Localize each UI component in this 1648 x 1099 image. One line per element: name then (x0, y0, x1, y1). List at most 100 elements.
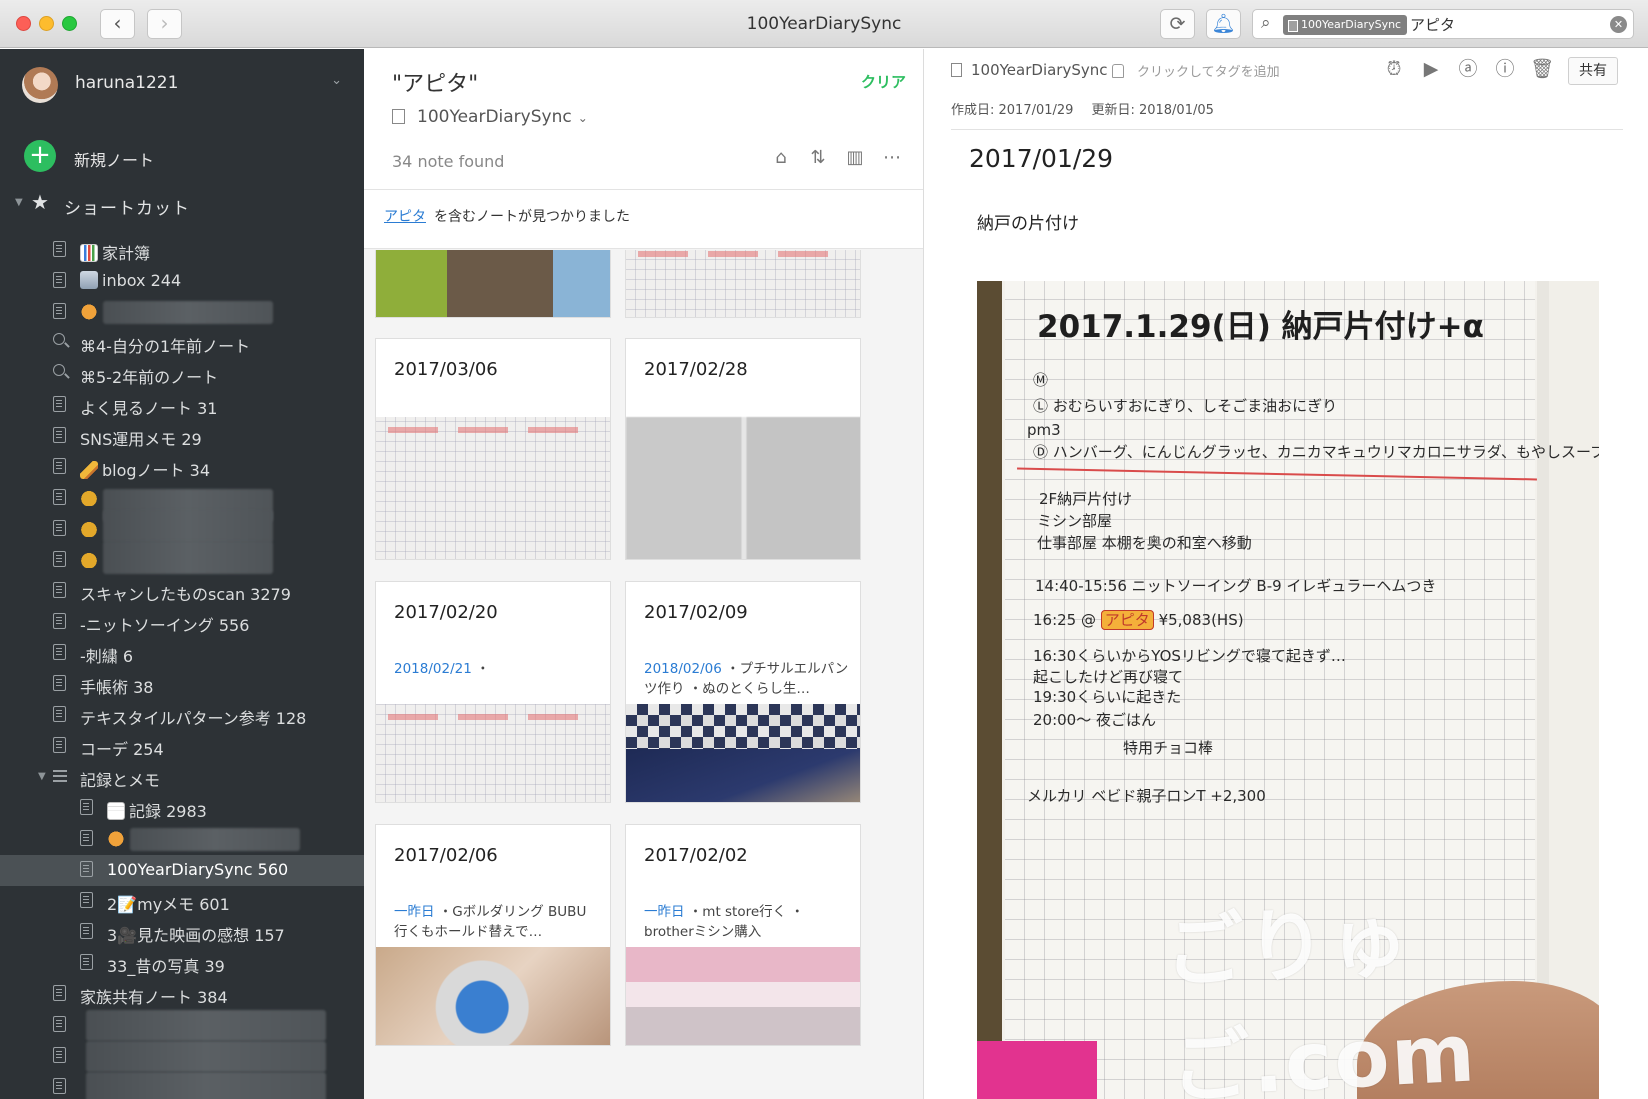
info-icon[interactable]: ⓘ (1491, 55, 1519, 83)
diary-heading: 2017.1.29(日) 納戸片付け+α (1037, 309, 1484, 345)
sidebar-item[interactable]: 2📝myメモ 601 (0, 886, 364, 917)
sidebar-item[interactable]: ▼ 記録とメモ (0, 762, 364, 793)
note-card[interactable]: 2017/02/09 2018/02/06 ・プチサルエルパンツ作り ・ぬのとくら… (625, 581, 861, 803)
notebook-icon (53, 1016, 66, 1032)
note-card[interactable] (375, 250, 611, 318)
search-scope-chip[interactable]: 100YearDiarySync (1283, 15, 1408, 35)
sidebar-item-label: 手帳術 38 (80, 674, 153, 698)
notebook-icon (392, 109, 405, 124)
note-card-title: 2017/02/06 (394, 845, 498, 866)
note-title[interactable]: 2017/01/29 (969, 144, 1113, 173)
plus-icon: + (24, 140, 56, 172)
sidebar-item-text: ⌘5-2年前のノート (80, 368, 219, 387)
reminder-alarm-icon[interactable]: ⏰︎ (1380, 55, 1408, 83)
notebook-icon (53, 737, 66, 753)
note-thumbnail (626, 947, 860, 1045)
snippet-date-link[interactable]: 2018/02/06 (644, 661, 722, 677)
sidebar-item[interactable]: -ニットソーイング 556 (0, 607, 364, 638)
note-card-snippet: 一昨日 ・Gボルダリング BUBU行くもホールド替えで… (394, 902, 599, 942)
sidebar-item-label (107, 829, 129, 848)
editor-notebook-selector[interactable]: 100YearDiarySync (951, 61, 1108, 79)
sidebar-item[interactable]: 3🎥見た映画の感想 157 (0, 917, 364, 948)
work-chat-icon[interactable]: ⓐ (1454, 55, 1482, 83)
notebook-icon (53, 520, 66, 536)
notebook-icon (53, 644, 66, 660)
view-options-icon[interactable]: ▥ (841, 147, 869, 173)
share-button[interactable]: 共有 (1568, 57, 1618, 85)
search-field[interactable]: ⌕ 100YearDiarySync アピタ ✕ (1252, 9, 1634, 39)
sidebar-item[interactable]: 家族共有ノート 384 (0, 979, 364, 1010)
sidebar-item[interactable]: -刺繍 6 (0, 638, 364, 669)
snippet-date-link[interactable]: 一昨日 (394, 904, 435, 920)
sidebar-item-label: 33_昔の写真 39 (107, 953, 225, 977)
sidebar-item[interactable]: 33_昔の写真 39 (0, 948, 364, 979)
diary-line: 仕事部屋 本棚を奥の和室へ移動 (1037, 534, 1252, 552)
notebook-icon (80, 830, 93, 846)
disclosure-triangle-icon: ▼ (15, 197, 23, 208)
note-count: 34 note found (392, 152, 505, 171)
diary-line: 16:30くらいからYOSリビングで寝て起きず… (1033, 647, 1346, 665)
tag-field[interactable]: クリックしてタグを追加 (1112, 61, 1280, 80)
sidebar-item[interactable]: コーデ 254 (0, 731, 364, 762)
sidebar-item[interactable]: SNS運用メモ 29 (0, 421, 364, 452)
note-card[interactable]: 2017/03/06 (375, 338, 611, 560)
sidebar-item[interactable]: 記録 2983 (0, 793, 364, 824)
sidebar-item[interactable]: 家計簿 (0, 235, 364, 266)
notebook-selector[interactable]: 100YearDiarySync ⌄ (392, 107, 588, 127)
note-body-text[interactable]: 納戸の片付け (977, 209, 1079, 234)
sidebar-item[interactable] (0, 541, 364, 576)
note-card[interactable]: 2017/02/20 2018/02/21 ・ (375, 581, 611, 803)
sidebar-item[interactable]: ⌘4-自分の1年前ノート (0, 328, 364, 359)
note-card[interactable]: 2017/02/02 一昨日 ・mt store行く ・ brotherミシン購入 (625, 824, 861, 1046)
inbox-icon (80, 271, 98, 289)
sidebar-item-text: 記録 2983 (129, 802, 207, 821)
trash-icon[interactable]: 🗑︎ (1528, 55, 1556, 83)
more-icon[interactable]: ⋯ (878, 147, 906, 173)
pencil-icon (80, 461, 98, 479)
sidebar-item[interactable]: ⌘5-2年前のノート (0, 359, 364, 390)
search-icon: ⌕ (1261, 13, 1271, 33)
note-card[interactable]: 2017/02/28 (625, 338, 861, 560)
notebook-icon (80, 923, 93, 939)
notebook-icon (53, 489, 66, 505)
sidebar-item-text: 33_昔の写真 39 (107, 957, 225, 976)
snippet-date-link[interactable]: 一昨日 (644, 904, 685, 920)
sync-button[interactable]: ⟳ (1160, 9, 1195, 39)
sort-icon[interactable]: ⇅ (804, 147, 832, 173)
presentation-icon[interactable]: ▶ (1417, 55, 1445, 83)
sidebar-item[interactable]: 手帳術 38 (0, 669, 364, 700)
sidebar-item[interactable] (0, 297, 364, 328)
sidebar-item[interactable] (0, 1010, 364, 1041)
sidebar-item[interactable]: スキャンしたものscan 3279 (0, 576, 364, 607)
note-card[interactable]: 2017/02/06 一昨日 ・Gボルダリング BUBU行くもホールド替えで… (375, 824, 611, 1046)
tag-filter-icon[interactable]: ⌂ (767, 147, 795, 173)
sidebar-item[interactable]: blogノート 34 (0, 452, 364, 483)
diary-photo[interactable]: 2017.1.29(日) 納戸片付け+α Ⓜ Ⓛ おむらいすおにぎり、しそごま油… (977, 281, 1599, 1099)
sidebar-item[interactable] (0, 824, 364, 855)
sidebar-item[interactable]: よく見るノート 31 (0, 390, 364, 421)
search-term-link[interactable]: アピタ (384, 206, 426, 226)
diary-line: 特用チョコ棒 (1123, 739, 1214, 757)
snippet-date-link[interactable]: 2018/02/21 (394, 661, 472, 677)
sidebar-item[interactable] (0, 1041, 364, 1072)
clear-search-button[interactable]: ✕ (1610, 16, 1627, 33)
sidebar-item[interactable]: 100YearDiarySync 560 (0, 855, 364, 886)
sidebar-item[interactable]: テキスタイルパターン参考 128 (0, 700, 364, 731)
shortcut-list: 家計簿 inbox 244 ⌘4-自分の1年前ノート ⌘5-2年前のノートよく見るノー… (0, 235, 364, 1099)
sidebar-item[interactable]: inbox 244 (0, 266, 364, 297)
diary-line: Ⓛ おむらいすおにぎり、しそごま油おにぎり (1033, 397, 1338, 415)
notebook-icon (80, 892, 93, 908)
search-query[interactable]: アピタ (1410, 14, 1455, 35)
notifications-button[interactable]: 🔔︎ (1206, 9, 1241, 39)
notebook-icon (53, 272, 66, 288)
star-icon: ★ (31, 190, 49, 214)
shortcuts-header[interactable]: ▼ ★ ショートカット (0, 189, 364, 219)
account-switcher[interactable]: haruna1221 ⌄ (22, 65, 352, 105)
diary-line: Ⓜ (1033, 371, 1049, 389)
note-card[interactable] (625, 250, 861, 318)
sidebar-item[interactable] (0, 1072, 364, 1099)
redacted-label (103, 510, 273, 543)
shortcuts-label: ショートカット (64, 199, 190, 219)
note-thumbnail (626, 250, 860, 317)
clear-search-link[interactable]: クリア (861, 71, 906, 92)
